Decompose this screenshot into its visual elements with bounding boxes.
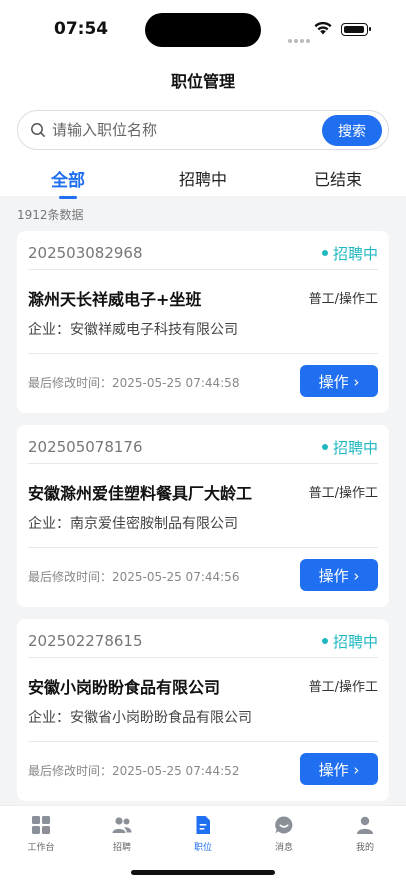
search-button[interactable]: 搜索	[322, 115, 382, 146]
status-bar: 07:54	[0, 0, 406, 58]
tab-recruiting-label: 招聘中	[178, 170, 227, 189]
last-modified: 最后修改时间：2025-05-25 07:44:56	[28, 570, 240, 584]
tab-recruiting[interactable]: 招聘中	[153, 166, 253, 190]
job-card[interactable]: 202503082968 招聘中 滁州天长祥威电子+坐班 普工/操作工 企业：安…	[17, 231, 389, 413]
tabbar-label: 我的	[355, 843, 374, 853]
tabbar-item-me[interactable]: 我的	[335, 814, 395, 853]
search-icon	[31, 123, 45, 137]
search-input[interactable]	[52, 111, 322, 149]
tabbar-label: 工作台	[27, 843, 55, 853]
result-count: 1912条数据	[17, 208, 84, 222]
divider	[28, 547, 378, 548]
tabbar-item-recruit[interactable]: 招聘	[92, 814, 152, 853]
tabbar-item-workbench[interactable]: 工作台	[11, 814, 71, 853]
tab-all[interactable]: 全部	[18, 166, 118, 199]
status-label: 招聘中	[332, 245, 378, 263]
header-area: 07:54 职位管理 搜索 全部 招聘中 已结束	[0, 0, 406, 199]
job-type: 普工/操作工	[308, 486, 378, 501]
status-badge: 招聘中	[321, 631, 378, 652]
last-modified: 最后修改时间：2025-05-25 07:44:52	[28, 764, 240, 778]
tabbar-label: 职位	[193, 843, 212, 853]
home-indicator[interactable]	[131, 870, 275, 875]
job-title: 滁州天长祥威电子+坐班	[28, 290, 202, 309]
tab-all-label: 全部	[51, 171, 85, 191]
divider	[28, 269, 378, 270]
job-type: 普工/操作工	[308, 292, 378, 307]
operate-button[interactable]: 操作 ›	[300, 365, 378, 397]
job-code: 202503082968	[28, 244, 143, 262]
tabbar-item-messages[interactable]: 消息	[254, 814, 314, 853]
status-tabs: 全部 招聘中 已结束	[0, 166, 406, 199]
status-dot-icon	[321, 443, 328, 450]
wifi-icon	[314, 21, 332, 35]
status-dot-icon	[321, 637, 328, 644]
divider	[28, 657, 378, 658]
dynamic-island	[145, 13, 261, 47]
status-dot-icon	[321, 249, 328, 256]
tabbar-label: 招聘	[112, 843, 131, 853]
divider	[28, 353, 378, 354]
job-title: 安徽滁州爱佳塑料餐具厂大龄工	[28, 484, 253, 503]
job-code: 202505078176	[28, 438, 143, 456]
status-badge: 招聘中	[321, 437, 378, 458]
divider	[28, 463, 378, 464]
battery-icon	[341, 23, 371, 36]
active-tab-indicator	[59, 196, 77, 199]
tabbar-label: 消息	[274, 843, 293, 853]
status-label: 招聘中	[332, 633, 378, 651]
status-label: 招聘中	[332, 439, 378, 457]
grid-icon	[32, 816, 50, 834]
tab-ended-label: 已结束	[313, 170, 362, 189]
operate-button[interactable]: 操作 ›	[300, 753, 378, 785]
chat-icon	[275, 816, 293, 834]
last-modified: 最后修改时间：2025-05-25 07:44:58	[28, 376, 240, 390]
people-icon	[112, 817, 132, 833]
person-icon	[357, 816, 373, 834]
tabbar-item-positions[interactable]: 职位	[173, 814, 233, 853]
job-card[interactable]: 202505078176 招聘中 安徽滁州爱佳塑料餐具厂大龄工 普工/操作工 企…	[17, 425, 389, 607]
company-name: 企业：安徽省小岗盼盼食品有限公司	[28, 710, 252, 726]
operate-button[interactable]: 操作 ›	[300, 559, 378, 591]
signal-icon	[288, 28, 312, 47]
status-badge: 招聘中	[321, 243, 378, 264]
tab-ended[interactable]: 已结束	[288, 166, 388, 190]
job-type: 普工/操作工	[308, 680, 378, 695]
company-name: 企业：南京爱佳密胺制品有限公司	[28, 516, 238, 532]
company-name: 企业：安徽祥威电子科技有限公司	[28, 322, 238, 338]
divider	[28, 741, 378, 742]
job-title: 安徽小岗盼盼食品有限公司	[28, 678, 221, 697]
job-card[interactable]: 202502278615 招聘中 安徽小岗盼盼食品有限公司 普工/操作工 企业：…	[17, 619, 389, 801]
status-time: 07:54	[54, 19, 109, 39]
page-title: 职位管理	[170, 72, 235, 91]
search-bar: 搜索	[17, 110, 389, 150]
job-code: 202502278615	[28, 632, 143, 650]
document-icon	[196, 816, 210, 834]
